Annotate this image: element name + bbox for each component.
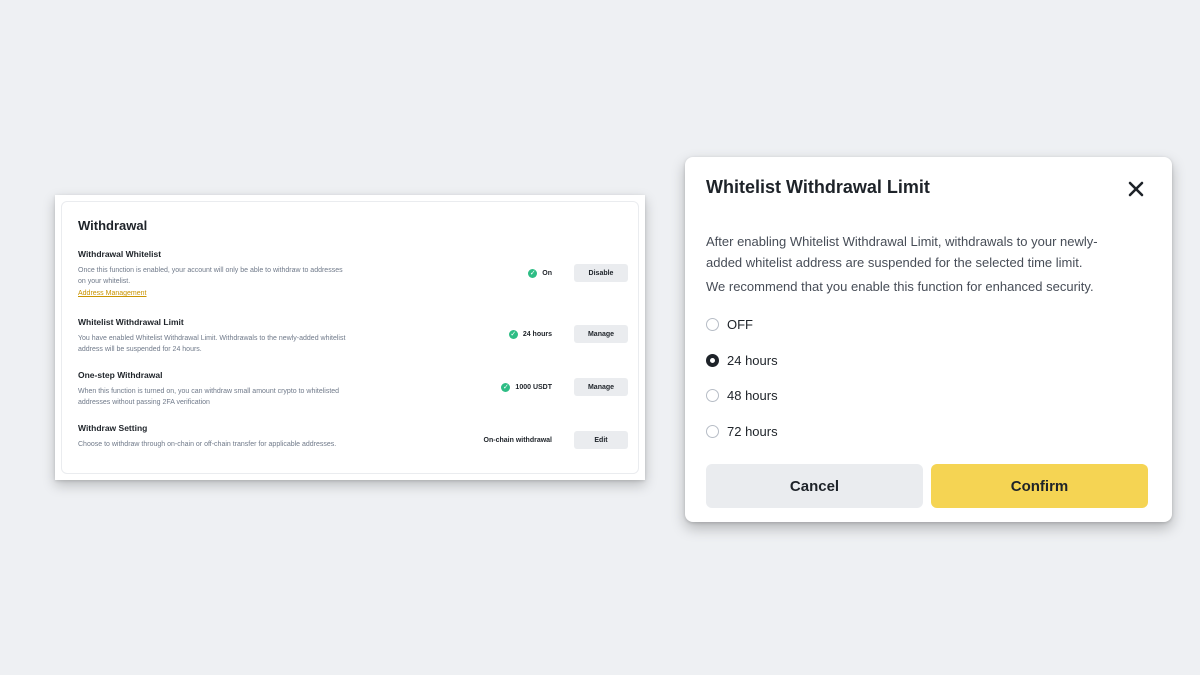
- withdrawal-title: Withdrawal: [78, 218, 148, 233]
- disable-whitelist-button[interactable]: Disable: [574, 264, 628, 282]
- one-step-withdrawal-status-text: 1000 USDT: [515, 383, 552, 391]
- modal-recommendation: We recommend that you enable this functi…: [706, 279, 1094, 294]
- check-circle-icon: ✓: [501, 382, 511, 392]
- whitelist-limit-title: Whitelist Withdrawal Limit: [78, 317, 184, 327]
- manage-whitelist-limit-button[interactable]: Manage: [574, 325, 628, 343]
- radio-button[interactable]: [706, 424, 719, 438]
- radio-button[interactable]: [706, 388, 719, 402]
- close-icon-glyph: [1128, 181, 1144, 197]
- whitelist-limit-modal: Whitelist Withdrawal Limit After enablin…: [685, 157, 1172, 522]
- withdrawal-whitelist-status-text: On: [542, 269, 552, 277]
- radio-label: 24 hours: [727, 352, 778, 368]
- withdrawal-settings-panel: Withdrawal Withdrawal Whitelist Once thi…: [55, 195, 645, 480]
- withdrawal-settings-card: Withdrawal Withdrawal Whitelist Once thi…: [61, 201, 639, 474]
- radio-button[interactable]: [706, 317, 719, 331]
- withdrawal-whitelist-description: Once this function is enabled, your acco…: [78, 267, 343, 285]
- radio-option-48-hours[interactable]: 48 hours: [706, 386, 778, 404]
- withdrawal-whitelist-title: Withdrawal Whitelist: [78, 249, 162, 259]
- one-step-withdrawal-description: When this function is turned on, you can…: [78, 388, 340, 406]
- one-step-withdrawal-status: ✓ 1000 USDT: [501, 380, 552, 394]
- radio-option-off[interactable]: OFF: [706, 315, 753, 333]
- whitelist-limit-description: You have enabled Whitelist Withdrawal Li…: [78, 335, 346, 353]
- edit-withdraw-setting-button[interactable]: Edit: [574, 431, 628, 449]
- radio-label: 72 hours: [727, 423, 778, 439]
- close-icon[interactable]: [1126, 179, 1146, 199]
- radio-label: OFF: [727, 316, 753, 332]
- cancel-button[interactable]: Cancel: [706, 464, 923, 508]
- address-management-link[interactable]: Address Management: [78, 290, 146, 297]
- one-step-withdrawal-title: One-step Withdrawal: [78, 370, 163, 380]
- check-circle-icon: ✓: [508, 329, 518, 339]
- whitelist-limit-status-text: 24 hours: [522, 330, 552, 338]
- withdrawal-whitelist-status: ✓ On: [528, 266, 552, 280]
- withdraw-setting-status-text: On-chain withdrawal: [483, 436, 552, 444]
- radio-label: 48 hours: [727, 387, 778, 403]
- withdraw-setting-title: Withdraw Setting: [78, 423, 148, 433]
- modal-title: Whitelist Withdrawal Limit: [706, 177, 930, 197]
- radio-button-selected[interactable]: [706, 353, 719, 367]
- whitelist-limit-status: ✓ 24 hours: [508, 327, 552, 341]
- confirm-button[interactable]: Confirm: [931, 464, 1148, 508]
- modal-description: After enabling Whitelist Withdrawal Limi…: [706, 234, 1098, 270]
- radio-option-72-hours[interactable]: 72 hours: [706, 422, 778, 440]
- withdraw-setting-description: Choose to withdraw through on-chain or o…: [78, 441, 337, 448]
- withdraw-setting-status: On-chain withdrawal: [484, 433, 552, 447]
- manage-one-step-button[interactable]: Manage: [574, 378, 628, 396]
- radio-option-24-hours[interactable]: 24 hours: [706, 351, 778, 369]
- check-circle-icon: ✓: [528, 268, 538, 278]
